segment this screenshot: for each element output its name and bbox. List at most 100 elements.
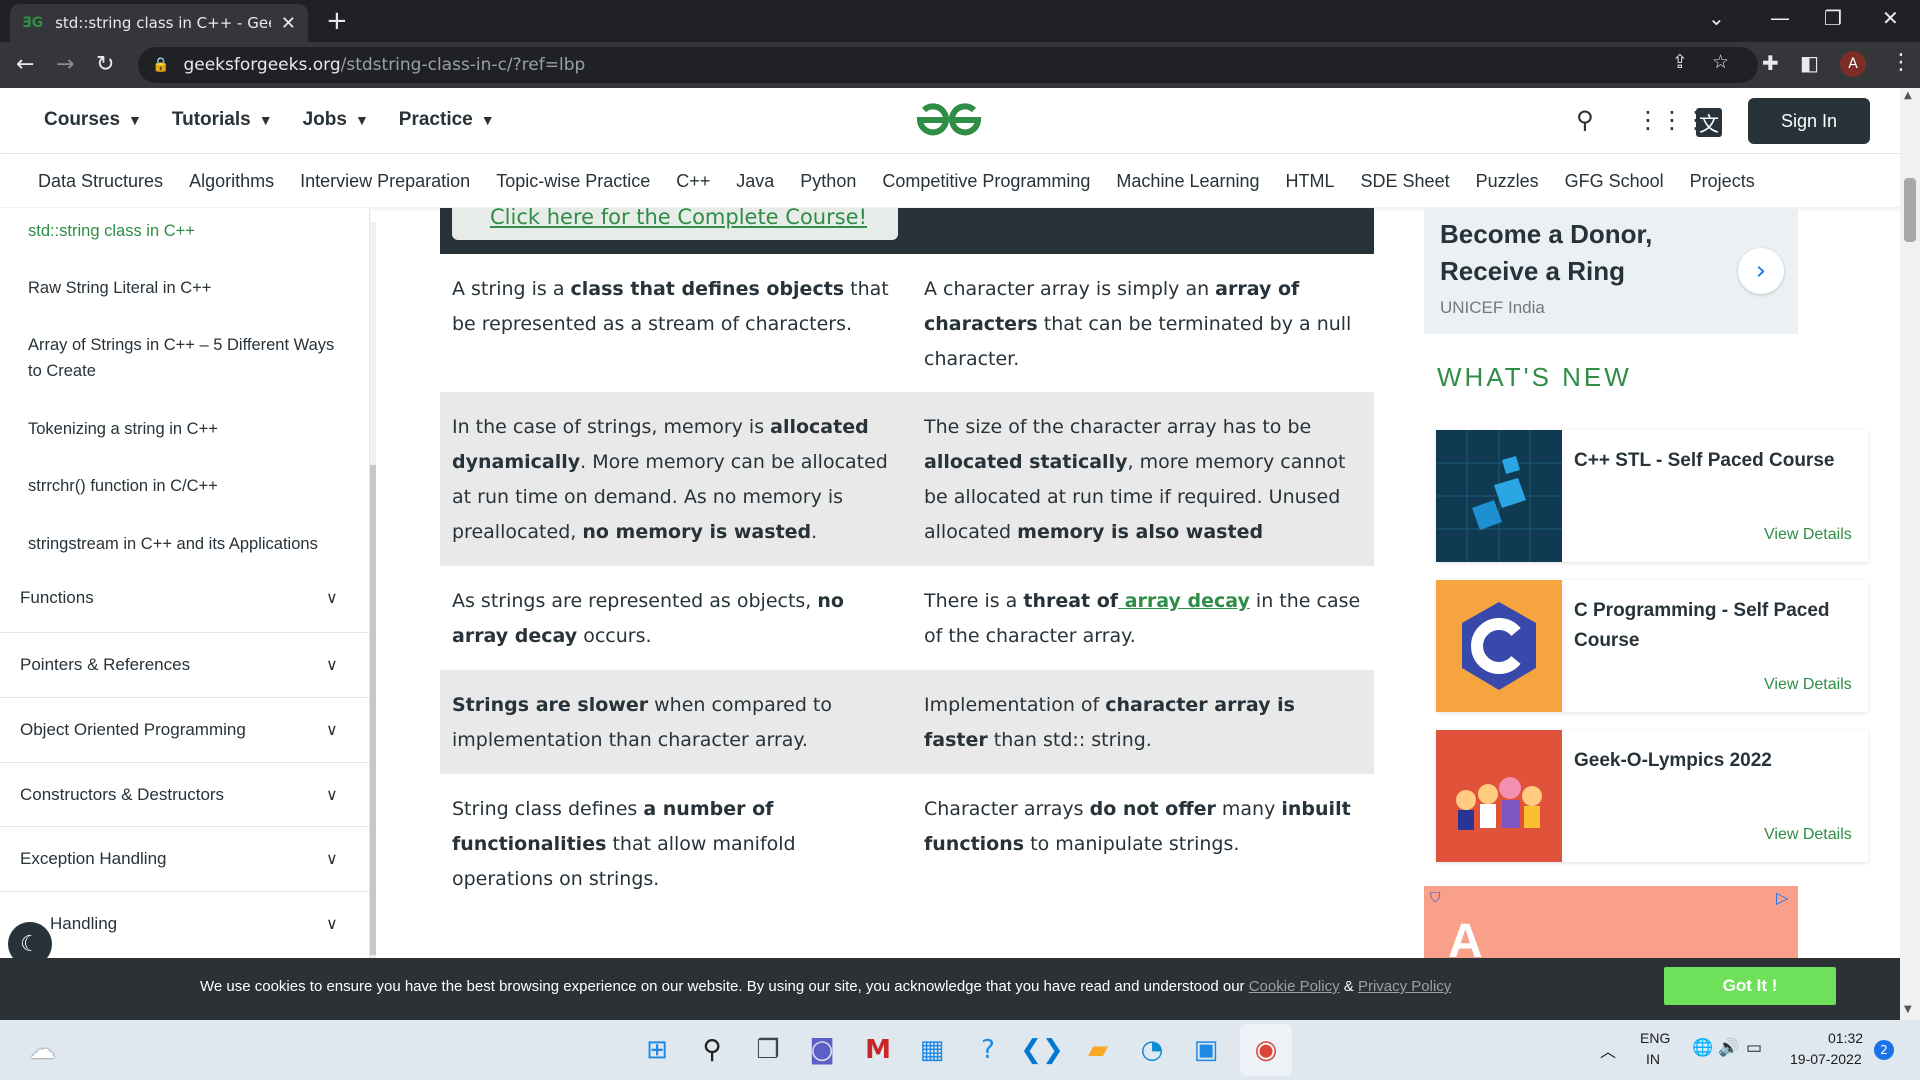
subnav-item[interactable]: Puzzles xyxy=(1476,171,1539,192)
mcafee-icon[interactable]: M xyxy=(862,1034,894,1066)
nav-practice[interactable]: Practice ▼ xyxy=(399,109,495,131)
chevron-right-icon[interactable]: › xyxy=(1738,248,1784,294)
lock-icon[interactable]: 🔒 xyxy=(152,57,169,73)
sidebar-link[interactable]: Tokenizing a string in C++ xyxy=(28,416,348,442)
sidebar-link[interactable]: strrchr() function in C/C++ xyxy=(28,473,348,499)
search-icon[interactable]: ⚲ xyxy=(1576,106,1594,134)
clock-date[interactable]: 19-07-2022 xyxy=(1790,1051,1862,1067)
restore-icon[interactable]: ❐ xyxy=(1824,6,1842,30)
sidebar-section-oop[interactable]: Object Oriented Programming ∨ xyxy=(0,697,369,761)
nav-jobs-label: Jobs xyxy=(302,109,347,130)
sidebar-section-constructors[interactable]: Constructors & Destructors ∨ xyxy=(0,762,369,826)
search-icon[interactable]: ⚲ xyxy=(696,1034,728,1066)
subnav-item[interactable]: Python xyxy=(800,171,856,192)
nav-tutorials[interactable]: Tutorials ▼ xyxy=(172,109,273,131)
tab-title: std::string class in C++ - GeeksforGeeks xyxy=(55,14,271,32)
subnav-item[interactable]: Competitive Programming xyxy=(882,171,1090,192)
side-panel-icon[interactable]: ◧ xyxy=(1800,51,1819,75)
subnav-item[interactable]: C++ xyxy=(676,171,710,192)
array-decay-link[interactable]: array decay xyxy=(1118,590,1250,612)
view-details-link[interactable]: View Details xyxy=(1764,676,1852,694)
nav-jobs[interactable]: Jobs ▼ xyxy=(303,109,369,131)
nav-courses[interactable]: Courses ▼ xyxy=(44,109,142,131)
cookie-policy-link[interactable]: Cookie Policy xyxy=(1249,978,1340,995)
language-in[interactable]: IN xyxy=(1646,1051,1660,1067)
battery-icon[interactable]: ▭ xyxy=(1746,1038,1762,1058)
subnav-item[interactable]: Algorithms xyxy=(189,171,274,192)
subnav-item[interactable]: Data Structures xyxy=(38,171,163,192)
window-close-icon[interactable]: ✕ xyxy=(1882,6,1899,30)
course-card[interactable]: Geek-O-Lympics 2022 View Details xyxy=(1436,730,1868,862)
sidebar-link[interactable]: Raw String Literal in C++ xyxy=(28,275,348,301)
store-icon[interactable]: ▦ xyxy=(916,1034,948,1066)
chevron-down-icon: ∨ xyxy=(326,721,338,739)
reload-icon[interactable]: ↻ xyxy=(96,52,114,77)
got-it-button[interactable]: Got It ! xyxy=(1664,967,1836,1005)
adobe-ad[interactable]: ⛉ A ▷ xyxy=(1424,886,1798,958)
donor-ad[interactable]: Become a Donor, Receive a Ring UNICEF In… xyxy=(1424,208,1798,334)
language-eng[interactable]: ENG xyxy=(1640,1030,1670,1046)
section-label: Functions xyxy=(20,588,94,607)
subnav-item[interactable]: GFG School xyxy=(1565,171,1664,192)
ad-choices-icon[interactable]: ▷ xyxy=(1776,888,1788,907)
subnav-item[interactable]: Machine Learning xyxy=(1116,171,1259,192)
file-explorer-icon[interactable]: ▰ xyxy=(1082,1034,1114,1066)
share-icon[interactable]: ⇪ xyxy=(1672,51,1688,73)
scroll-up-icon[interactable]: ▲ xyxy=(1904,90,1912,101)
subnav-item[interactable]: HTML xyxy=(1286,171,1335,192)
sidebar-section-handling[interactable]: Handling ∨ xyxy=(0,891,369,955)
page-scrollbar[interactable]: ▲ ▼ xyxy=(1900,88,1920,1020)
sidebar-scrollbar-thumb[interactable] xyxy=(370,465,376,955)
tab-search-icon[interactable]: ⌄ xyxy=(1708,6,1725,30)
forward-icon[interactable]: → xyxy=(56,52,74,77)
subnav-item[interactable]: Interview Preparation xyxy=(300,171,470,192)
minimize-icon[interactable]: — xyxy=(1770,6,1790,30)
windows-start-icon[interactable]: ⊞ xyxy=(641,1034,673,1066)
new-tab-icon[interactable]: + xyxy=(326,6,348,36)
edge-icon[interactable]: ◔ xyxy=(1136,1034,1168,1066)
task-view-icon[interactable]: ❐ xyxy=(752,1034,784,1066)
tray-chevron-up-icon[interactable]: ︿ xyxy=(1600,1038,1616,1062)
sidebar-section-functions[interactable]: Functions ∨ xyxy=(0,566,369,630)
url-field[interactable]: 🔒 geeksforgeeks.org /stdstring-class-in-… xyxy=(138,47,1758,83)
subnav-item[interactable]: Topic-wise Practice xyxy=(496,171,650,192)
cookie-text: We use cookies to ensure you have the be… xyxy=(200,978,1451,995)
bookmark-star-icon[interactable]: ☆ xyxy=(1712,51,1729,73)
translate-icon[interactable]: 文 xyxy=(1696,108,1722,137)
browser-tab[interactable]: ƎG std::string class in C++ - GeeksforGe… xyxy=(10,4,308,42)
clock-time[interactable]: 01:32 xyxy=(1828,1030,1863,1046)
gfg-logo[interactable] xyxy=(914,98,984,142)
sidebar-section-pointers[interactable]: Pointers & References ∨ xyxy=(0,632,369,696)
volume-icon[interactable]: 🔊 xyxy=(1718,1038,1739,1058)
close-tab-icon[interactable]: ✕ xyxy=(281,13,296,34)
page-scrollbar-thumb[interactable] xyxy=(1904,178,1916,242)
subnav-item[interactable]: Java xyxy=(736,171,774,192)
chat-icon[interactable]: ◙ xyxy=(806,1034,838,1066)
extensions-icon[interactable]: ✚ xyxy=(1762,51,1779,75)
sidebar-link-active[interactable]: std::string class in C++ xyxy=(28,218,348,244)
subnav-item[interactable]: SDE Sheet xyxy=(1361,171,1450,192)
sidebar-link[interactable]: stringstream in C++ and its Applications xyxy=(28,531,348,557)
scroll-down-icon[interactable]: ▼ xyxy=(1904,1004,1912,1015)
chrome-icon[interactable]: ◉ xyxy=(1250,1034,1282,1066)
browser-menu-icon[interactable]: ⋮ xyxy=(1890,50,1912,75)
sign-in-button[interactable]: Sign In xyxy=(1748,98,1870,144)
back-icon[interactable]: ← xyxy=(16,52,34,77)
course-card[interactable]: C++ STL - Self Paced Course View Details xyxy=(1436,430,1868,562)
help-icon[interactable]: ? xyxy=(972,1034,1004,1066)
view-details-link[interactable]: View Details xyxy=(1764,526,1852,544)
notification-badge[interactable]: 2 xyxy=(1874,1040,1894,1060)
subnav-item[interactable]: Projects xyxy=(1690,171,1755,192)
profile-avatar[interactable]: A xyxy=(1840,51,1866,77)
view-details-link[interactable]: View Details xyxy=(1764,826,1852,844)
network-icon[interactable]: 🌐 xyxy=(1692,1038,1713,1058)
sidebar-section-exceptions[interactable]: Exception Handling ∨ xyxy=(0,826,369,890)
bold-text: Strings are slower xyxy=(452,694,649,716)
vscode-icon[interactable]: ❮❯ xyxy=(1020,1034,1064,1066)
phone-link-icon[interactable]: ▣ xyxy=(1190,1034,1222,1066)
complete-course-link[interactable]: Click here for the Complete Course! xyxy=(452,208,898,240)
course-card[interactable]: C Programming - Self Paced Course View D… xyxy=(1436,580,1868,712)
weather-icon[interactable]: ☁ xyxy=(26,1034,58,1066)
privacy-policy-link[interactable]: Privacy Policy xyxy=(1358,978,1451,995)
sidebar-link[interactable]: Array of Strings in C++ – 5 Different Wa… xyxy=(28,332,348,384)
